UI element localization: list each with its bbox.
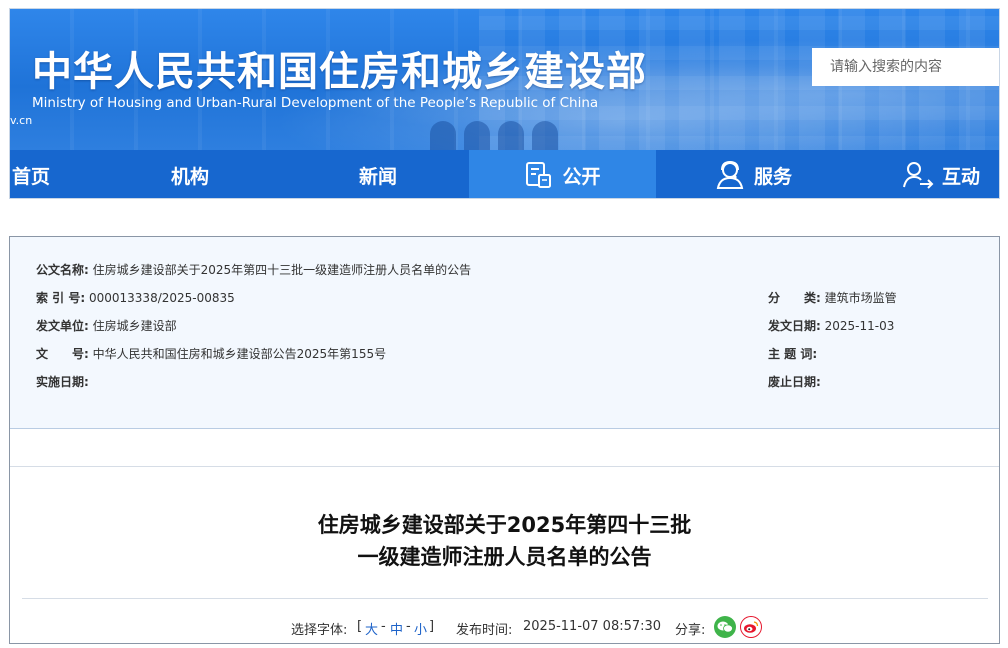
meta-label: 发文日期: <box>768 319 821 333</box>
section-divider <box>10 466 999 467</box>
site-header: 中华人民共和国住房和城乡建设部 Ministry of Housing and … <box>9 8 1000 199</box>
bracket-close: ] <box>429 619 435 634</box>
meta-category: 分 类: 建筑市场监管 <box>768 289 897 306</box>
meta-abolish-date: 废止日期: <box>768 373 821 390</box>
meta-label: 发文单位: <box>36 319 89 333</box>
bracket-open: [ <box>357 619 363 634</box>
font-large-link[interactable]: 大 <box>365 619 378 638</box>
interact-person-icon <box>903 162 934 189</box>
meta-label: 主 题 词: <box>768 347 818 361</box>
font-separator: - <box>406 619 411 634</box>
nav-item-home[interactable]: 首页 <box>10 150 66 198</box>
meta-keywords: 主 题 词: <box>768 345 817 362</box>
site-domain: v.cn <box>10 114 33 127</box>
main-nav: 首页 机构 新闻 公开 服务 互动 <box>10 150 999 198</box>
meta-label: 公文名称: <box>36 263 89 277</box>
meta-value: 住房城乡建设部关于2025年第四十三批一级建造师注册人员名单的公告 <box>92 263 472 277</box>
meta-value: 2025-11-03 <box>824 319 895 333</box>
article-title-line-1: 住房城乡建设部关于2025年第四十三批 <box>317 513 692 537</box>
search-input[interactable] <box>812 48 999 86</box>
meta-value: 住房城乡建设部 <box>92 319 177 333</box>
meta-label: 文 号: <box>36 347 89 361</box>
publish-time-value: 2025-11-07 08:57:30 <box>523 619 662 634</box>
nav-label: 新闻 <box>358 165 397 188</box>
document-metadata: 公文名称: 住房城乡建设部关于2025年第四十三批一级建造师注册人员名单的公告 … <box>10 237 999 429</box>
meta-issuer: 发文单位: 住房城乡建设部 <box>36 317 177 334</box>
site-subtitle: Ministry of Housing and Urban-Rural Deve… <box>32 95 599 111</box>
nav-label: 公开 <box>562 165 601 188</box>
site-title[interactable]: 中华人民共和国住房和城乡建设部 <box>32 39 647 97</box>
nav-label: 机构 <box>170 165 209 188</box>
font-small-link[interactable]: 小 <box>414 619 427 638</box>
nav-item-service[interactable]: 服务 <box>708 150 798 198</box>
meta-label: 废止日期: <box>768 375 821 389</box>
nav-item-organization[interactable]: 机构 <box>155 150 225 198</box>
article-title-line-2: 一级建造师注册人员名单的公告 <box>357 545 652 569</box>
meta-label: 索 引 号: <box>36 291 86 305</box>
title-divider <box>22 598 988 599</box>
nav-item-news[interactable]: 新闻 <box>343 150 413 198</box>
nav-label: 首页 <box>11 165 50 188</box>
font-medium-link[interactable]: 中 <box>390 619 403 638</box>
share-label: 分享: <box>675 623 706 638</box>
meta-issue-date: 发文日期: 2025-11-03 <box>768 317 894 334</box>
meta-effective-date: 实施日期: <box>36 373 89 390</box>
building-arches <box>430 121 580 150</box>
meta-value: 000013338/2025-00835 <box>88 291 235 305</box>
meta-index: 索 引 号: 000013338/2025-00835 <box>36 289 235 306</box>
nav-item-interact[interactable]: 互动 <box>896 150 986 198</box>
header-background: 中华人民共和国住房和城乡建设部 Ministry of Housing and … <box>10 9 999 150</box>
font-size-label: 选择字体: <box>291 623 348 638</box>
service-person-icon <box>716 160 744 189</box>
meta-doc-number: 文 号: 中华人民共和国住房和城乡建设部公告2025年第155号 <box>36 345 386 362</box>
meta-value: 建筑市场监管 <box>824 291 897 305</box>
publish-time-label: 发布时间: <box>456 623 513 638</box>
nav-label: 互动 <box>941 165 980 188</box>
meta-doc-name: 公文名称: 住房城乡建设部关于2025年第四十三批一级建造师注册人员名单的公告 <box>36 261 471 278</box>
document-icon <box>526 162 552 188</box>
weibo-share-icon[interactable] <box>740 616 762 638</box>
font-separator: - <box>381 619 386 634</box>
article-panel: 公文名称: 住房城乡建设部关于2025年第四十三批一级建造师注册人员名单的公告 … <box>9 236 1000 644</box>
wechat-share-icon[interactable] <box>714 616 736 638</box>
meta-label: 分 类: <box>768 291 821 305</box>
nav-label: 服务 <box>753 165 792 188</box>
nav-item-public[interactable]: 公开 <box>469 150 656 198</box>
meta-value: 中华人民共和国住房和城乡建设部公告2025年第155号 <box>92 347 387 361</box>
meta-label: 实施日期: <box>36 375 89 389</box>
